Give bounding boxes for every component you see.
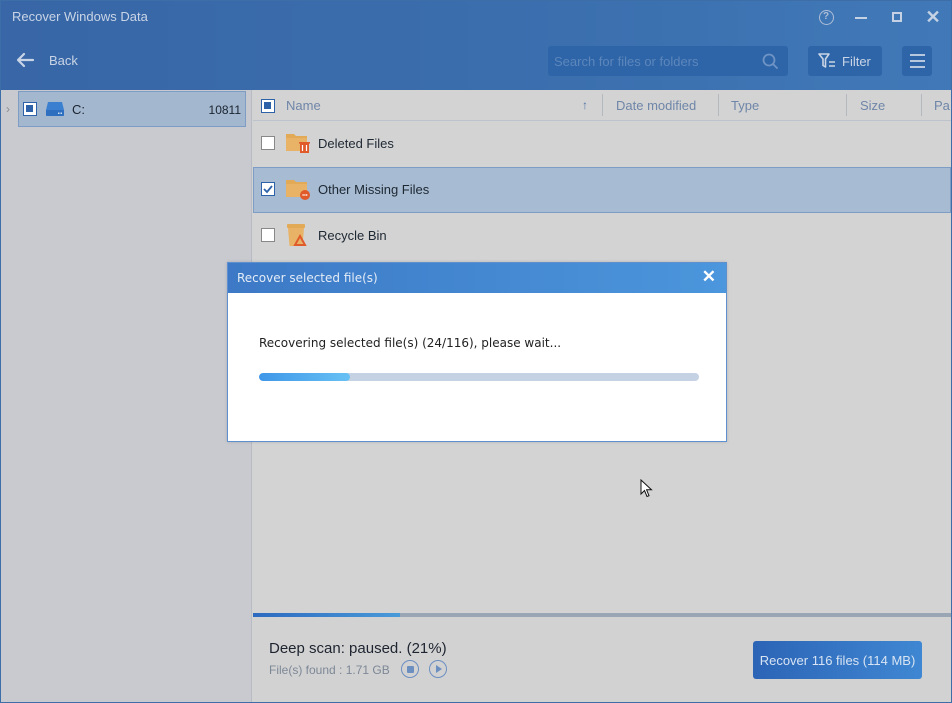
resume-scan-button[interactable] — [429, 660, 447, 678]
column-path[interactable]: Pa — [934, 98, 950, 113]
dialog-title: Recover selected file(s) — [237, 271, 378, 285]
list-row-deleted-files[interactable]: Deleted Files — [253, 121, 951, 167]
list-header: Name ↑ Date modified Type Size Pa — [253, 90, 951, 121]
filter-button[interactable]: Filter — [808, 46, 882, 76]
list-row-other-missing-files[interactable]: Other Missing Files — [253, 167, 951, 213]
column-type[interactable]: Type — [731, 98, 759, 113]
window-title: Recover Windows Data — [12, 9, 148, 24]
column-name[interactable]: Name — [286, 98, 321, 113]
row-checkbox[interactable] — [261, 136, 275, 150]
app-window: Recover Windows Data ? ✕ Back Filter — [0, 0, 952, 703]
back-label: Back — [49, 52, 78, 68]
dialog-title-bar: Recover selected file(s) ✕ — [228, 263, 726, 293]
checkmark-icon — [263, 185, 273, 194]
scan-status-text: Deep scan: paused. (21%) — [269, 640, 447, 657]
recover-dialog: Recover selected file(s) ✕ Recovering se… — [227, 262, 727, 442]
missing-folder-icon — [285, 177, 311, 201]
list-row-recycle-bin[interactable]: Recycle Bin — [253, 213, 951, 259]
select-all-checkbox[interactable] — [261, 99, 275, 113]
help-button[interactable]: ? — [816, 7, 836, 27]
tree-item-count: 10811 — [208, 103, 241, 117]
status-area: Deep scan: paused. (21%) File(s) found :… — [253, 617, 951, 702]
row-name: Recycle Bin — [318, 228, 387, 243]
back-arrow-icon — [15, 50, 35, 70]
search-icon[interactable] — [762, 53, 778, 69]
header-bar: Recover Windows Data ? ✕ Back Filter — [1, 1, 951, 90]
stop-icon — [406, 665, 414, 673]
row-checkbox[interactable] — [261, 182, 275, 196]
close-icon: ✕ — [925, 6, 941, 27]
column-date-modified[interactable]: Date modified — [616, 98, 696, 113]
hamburger-icon-line — [909, 60, 925, 62]
minimize-icon — [855, 17, 867, 19]
expand-chevron-icon[interactable]: › — [6, 102, 10, 116]
dialog-close-icon[interactable]: ✕ — [702, 267, 716, 287]
column-divider[interactable] — [846, 94, 847, 116]
column-divider[interactable] — [602, 94, 603, 116]
close-button[interactable]: ✕ — [923, 7, 943, 27]
row-name: Other Missing Files — [318, 182, 430, 197]
row-checkbox[interactable] — [261, 228, 275, 242]
minimize-button[interactable] — [851, 7, 871, 27]
search-box — [548, 46, 788, 76]
dialog-message: Recovering selected file(s) (24/116), pl… — [259, 336, 562, 350]
tree-checkbox[interactable] — [23, 102, 37, 116]
column-divider[interactable] — [718, 94, 719, 116]
filter-label: Filter — [842, 53, 871, 69]
tree-item-label: C: — [72, 101, 85, 117]
tree-item-drive-c[interactable]: C: 10811 — [18, 91, 246, 127]
play-icon — [436, 665, 442, 673]
recycle-bin-icon — [285, 223, 311, 247]
recovery-progress-bar — [259, 373, 699, 381]
drive-tree: › C: 10811 — [1, 90, 252, 702]
files-found-text: File(s) found : 1.71 GB — [269, 663, 390, 677]
deleted-folder-icon — [285, 131, 311, 155]
help-icon: ? — [818, 9, 834, 25]
column-size[interactable]: Size — [860, 98, 885, 113]
hamburger-icon — [909, 54, 925, 56]
search-input[interactable] — [554, 46, 754, 76]
maximize-button[interactable] — [887, 7, 907, 27]
hamburger-icon-line — [909, 66, 925, 68]
column-divider[interactable] — [921, 94, 922, 116]
recover-button[interactable]: Recover 116 files (114 MB) — [753, 641, 922, 679]
stop-scan-button[interactable] — [401, 660, 419, 678]
back-button[interactable]: Back — [15, 50, 78, 70]
row-name: Deleted Files — [318, 136, 394, 151]
maximize-icon — [892, 12, 902, 22]
mouse-cursor-icon — [640, 479, 653, 498]
sort-ascending-icon[interactable]: ↑ — [582, 98, 588, 112]
recovery-progress-fill — [259, 373, 351, 381]
filter-icon — [818, 53, 836, 69]
menu-button[interactable] — [902, 46, 932, 76]
drive-icon — [45, 101, 65, 117]
